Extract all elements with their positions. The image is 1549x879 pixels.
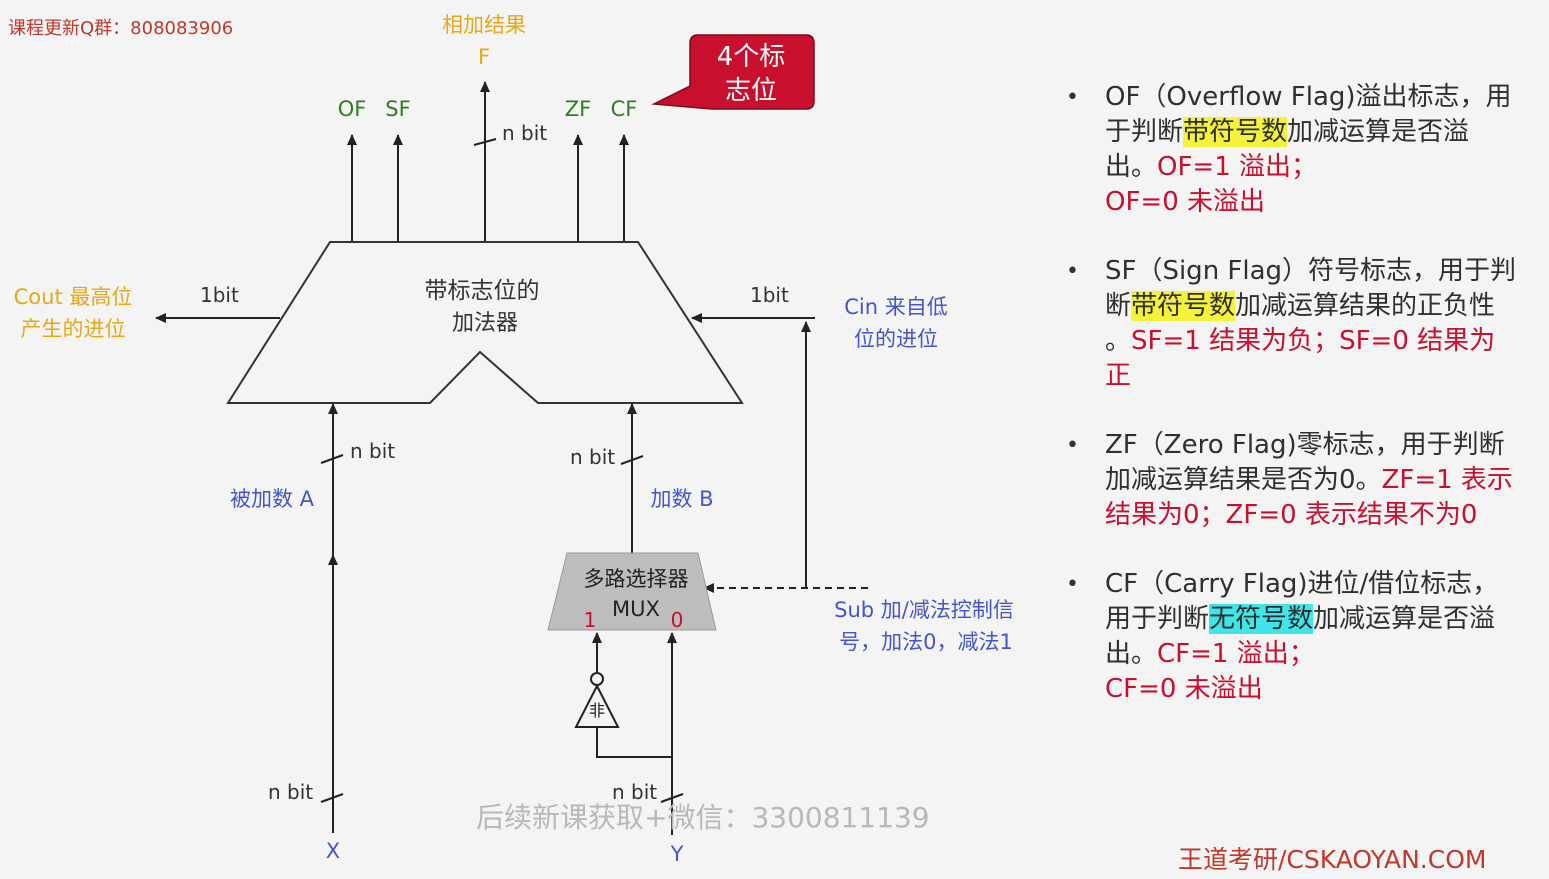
callout-line2: 志位 xyxy=(724,76,777,106)
b-nbit-label: n bit xyxy=(570,445,615,469)
cout-label-line2: 产生的进位 xyxy=(21,317,126,341)
flag-sf-label: SF xyxy=(385,97,410,121)
mux-input-1-label: 1 xyxy=(584,608,597,632)
mux-label-line1: 多路选择器 xyxy=(584,567,689,591)
cin-1bit-label: 1bit xyxy=(750,283,789,307)
adder-label-line1: 带标志位的 xyxy=(425,278,540,304)
brand-footer: 王道考研/CSKAOYAN.COM xyxy=(1178,845,1487,874)
sub-label-line2: 号，加法0，减法1 xyxy=(839,630,1013,654)
addend-a-label: 被加数 A xyxy=(230,487,315,511)
input-x-label: X xyxy=(326,839,340,863)
flag-explanations: OF（Overflow Flag)溢出标志，用于判断带符号数加减运算是否溢出。O… xyxy=(1060,80,1520,741)
cf-result-1: CF=1 溢出； xyxy=(1157,639,1315,669)
not-gate-label: 非 xyxy=(589,701,605,720)
input-y-label: Y xyxy=(670,842,684,866)
wechat-watermark: 后续新课获取+微信：3300811139 xyxy=(476,801,930,834)
x-nbit-label: n bit xyxy=(268,780,313,804)
callout-text: 4个标 志位 xyxy=(690,40,812,108)
result-var: F xyxy=(478,45,490,69)
result-label: 相加结果 xyxy=(442,13,526,37)
a-nbit-label: n bit xyxy=(350,439,395,463)
y-to-not-line xyxy=(596,727,672,758)
flag-cf-label: CF xyxy=(611,97,638,121)
flag-of-label: OF xyxy=(338,97,367,121)
cf-result-2: CF=0 未溢出 xyxy=(1105,674,1263,704)
cout-1bit-label: 1bit xyxy=(200,283,239,307)
bullet-sf: SF（Sign Flag）符号标志，用于判断带符号数加减运算结果的正负性 。SF… xyxy=(1060,254,1520,394)
sub-label-line1: Sub 加/减法控制信 xyxy=(834,598,1014,622)
mux-label-line2: MUX xyxy=(612,597,660,621)
adder-diagram: 相加结果 F OF SF ZF CF n bit 带标志位的 加法器 1bit … xyxy=(14,13,1014,866)
of-highlight: 带符号数 xyxy=(1183,117,1288,147)
sf-highlight: 带符号数 xyxy=(1131,291,1236,321)
of-result-1: OF=1 溢出； xyxy=(1157,152,1318,182)
sf-result-1: SF=1 结果为负； xyxy=(1131,326,1340,356)
mux-input-0-label: 0 xyxy=(671,608,684,632)
flag-zf-label: ZF xyxy=(565,97,591,121)
addend-b-label: 加数 B xyxy=(650,487,713,511)
callout-line1: 4个标 xyxy=(716,42,786,72)
zf-result-2: ZF=0 表示结果不为0 xyxy=(1225,500,1478,530)
bullet-cf: CF（Carry Flag)进位/借位标志，用于判断无符号数加减运算是否溢出。C… xyxy=(1060,567,1520,707)
cin-label-line1: Cin 来自低 xyxy=(844,295,947,319)
cout-label-line1: Cout 最高位 xyxy=(14,285,133,309)
cf-highlight: 无符号数 xyxy=(1209,604,1314,634)
bullet-of: OF（Overflow Flag)溢出标志，用于判断带符号数加减运算是否溢出。O… xyxy=(1060,80,1520,220)
bullet-zf: ZF（Zero Flag)零标志，用于判断加减运算结果是否为0。ZF=1 表示结… xyxy=(1060,428,1520,533)
f-nbit-label: n bit xyxy=(502,121,547,145)
cin-label-line2: 位的进位 xyxy=(854,327,938,351)
of-result-2: OF=0 未溢出 xyxy=(1105,187,1266,217)
adder-label-line2: 加法器 xyxy=(452,311,518,336)
not-gate-bubble xyxy=(590,672,604,686)
